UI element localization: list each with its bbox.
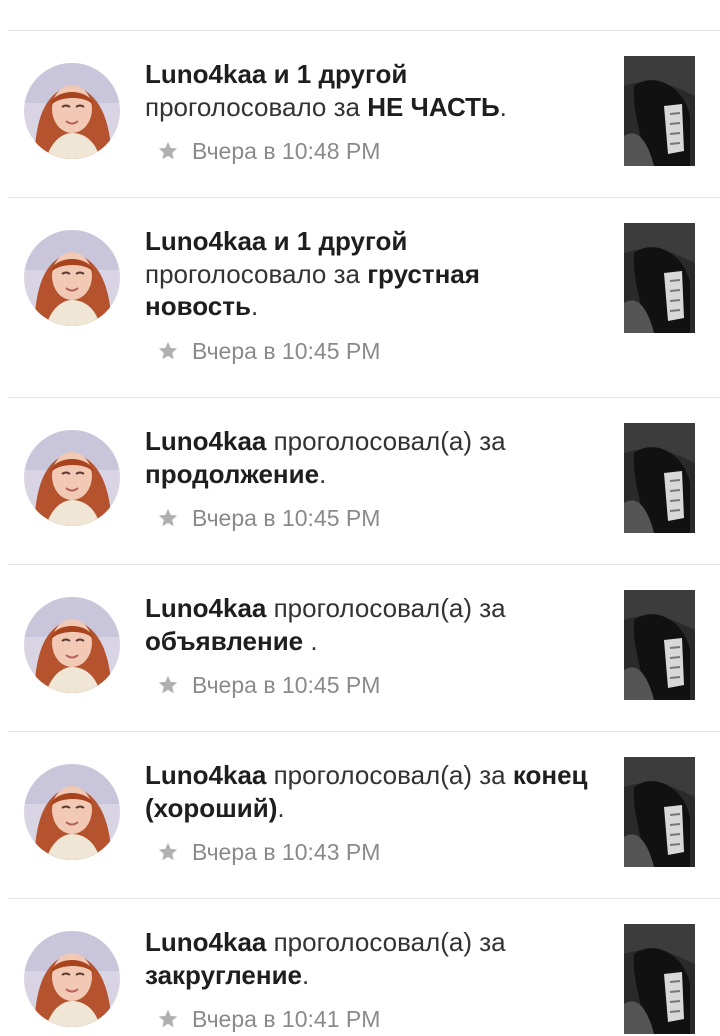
username[interactable]: Luno4kaa [145, 226, 266, 256]
suffix: . [310, 625, 318, 656]
story-title[interactable]: продолжение [145, 459, 319, 489]
notification-item[interactable]: Luno4kaa и 1 другой проголосовало за НЕ … [0, 31, 720, 197]
suffix: . [302, 959, 310, 990]
username[interactable]: Luno4kaa [145, 59, 266, 89]
star-icon [158, 141, 178, 160]
story-cover-thumbnail[interactable] [624, 223, 695, 333]
notification-item[interactable]: Luno4kaa и 1 другой проголосовало за гру… [0, 198, 720, 397]
timestamp-row: Вчера в 10:43 PM [157, 837, 380, 867]
timestamp-row: Вчера в 10:45 PM [157, 503, 380, 533]
action-text: проголосовало за [145, 258, 368, 289]
avatar[interactable] [24, 230, 120, 326]
timestamp: Вчера в 10:45 PM [192, 337, 381, 364]
username[interactable]: Luno4kaa [145, 927, 266, 957]
notification-text: Luno4kaa и 1 другой проголосовало за гру… [145, 225, 595, 323]
story-cover-thumbnail[interactable] [624, 924, 695, 1034]
timestamp: Вчера в 10:45 PM [192, 504, 381, 531]
timestamp: Вчера в 10:48 PM [192, 137, 381, 164]
timestamp-row: Вчера в 10:45 PM [157, 336, 380, 366]
suffix: . [319, 458, 327, 489]
notification-text: Luno4kaa и 1 другой проголосовало за НЕ … [145, 58, 595, 123]
avatar[interactable] [24, 764, 120, 860]
notification-text: Luno4kaa проголосовал(а) за закругление. [145, 926, 595, 991]
avatar[interactable] [24, 597, 120, 693]
story-cover-thumbnail[interactable] [624, 423, 695, 533]
star-icon [158, 508, 178, 527]
suffix: . [250, 291, 259, 321]
star-icon [158, 1009, 178, 1028]
timestamp-row: Вчера в 10:48 PM [157, 136, 380, 166]
notification-item[interactable]: Luno4kaa проголосовал(а) за конец (хорош… [0, 732, 720, 898]
others-count: и 1 другой [266, 226, 408, 256]
notification-item[interactable]: Luno4kaa проголосовал(а) за закругление.… [0, 899, 720, 1036]
username[interactable]: Luno4kaa [145, 593, 266, 623]
story-title[interactable]: закругление [145, 960, 302, 990]
notification-text: Luno4kaa проголосовал(а) за конец (хорош… [145, 759, 595, 824]
action-text: проголосовал(а) за [266, 426, 506, 456]
action-text: проголосовал(а) за [266, 760, 513, 790]
timestamp-row: Вчера в 10:45 PM [157, 670, 380, 700]
others-count: и 1 другой [266, 59, 408, 89]
story-cover-thumbnail[interactable] [624, 757, 695, 867]
notification-item[interactable]: Luno4kaa проголосовал(а) за объявление .… [0, 565, 720, 731]
star-icon [158, 842, 178, 861]
username[interactable]: Luno4kaa [145, 426, 266, 456]
story-title[interactable]: объявление [145, 626, 310, 656]
action-text: проголосовало за [145, 91, 368, 122]
avatar[interactable] [24, 63, 120, 159]
avatar[interactable] [24, 430, 120, 526]
suffix: . [499, 91, 507, 122]
avatar[interactable] [24, 931, 120, 1027]
timestamp: Вчера в 10:45 PM [192, 671, 381, 698]
star-icon [158, 675, 178, 694]
notification-text: Luno4kaa проголосовал(а) за продолжение. [145, 425, 595, 490]
story-cover-thumbnail[interactable] [624, 56, 695, 166]
timestamp-row: Вчера в 10:41 PM [157, 1004, 380, 1034]
timestamp: Вчера в 10:41 PM [192, 1005, 381, 1032]
star-icon [158, 341, 178, 360]
story-cover-thumbnail[interactable] [624, 590, 695, 700]
timestamp: Вчера в 10:43 PM [192, 838, 381, 865]
suffix: . [277, 792, 285, 823]
notification-list: Luno4kaa и 1 другой проголосовало за НЕ … [0, 0, 720, 1036]
notification-text: Luno4kaa проголосовал(а) за объявление . [145, 592, 595, 657]
notification-item[interactable]: Luno4kaa проголосовал(а) за продолжение.… [0, 398, 720, 564]
username[interactable]: Luno4kaa [145, 760, 266, 790]
action-text: проголосовал(а) за [266, 927, 506, 957]
story-title[interactable]: НЕ ЧАСТЬ [367, 92, 499, 122]
action-text: проголосовал(а) за [266, 593, 506, 623]
